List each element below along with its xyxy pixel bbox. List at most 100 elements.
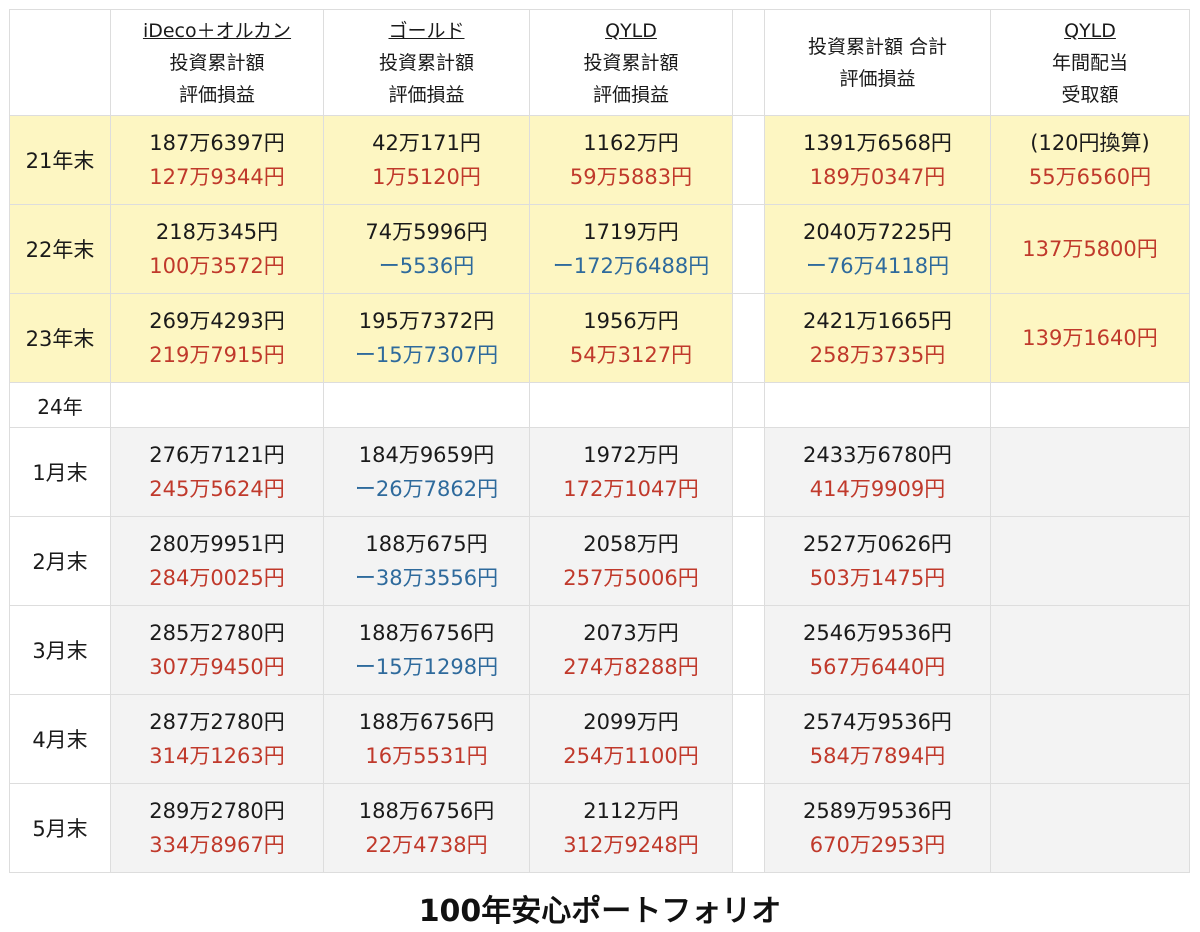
empty-cell <box>110 382 324 428</box>
total-cell: 2433万6780円 414万9909円 <box>764 427 991 517</box>
invested-value: 218万345円 <box>155 220 279 244</box>
total-cell: 2040万7225円 ー76万4118円 <box>764 204 991 294</box>
gold-cell: 188万6756円 22万4738円 <box>323 783 530 873</box>
total-cell: 1391万6568円 189万0347円 <box>764 115 991 205</box>
invested-value: 287万2780円 <box>149 710 285 734</box>
dividend-cell <box>990 605 1190 695</box>
invested-value: 2433万6780円 <box>803 443 952 467</box>
month-row-3: 3月末 285万2780円 307万9450円 188万6756円 ー15万1298… <box>9 605 1190 695</box>
pl-value: 312万9248円 <box>563 833 699 857</box>
header-qyld-sub2: 評価損益 <box>592 83 669 106</box>
invested-value: 188万6756円 <box>358 621 495 645</box>
invested-value: 2421万1665円 <box>803 309 952 333</box>
row-label: 4月末 <box>9 694 111 784</box>
invested-value: 74万5996円 <box>365 220 488 244</box>
pl-value: 503万1475円 <box>809 566 946 590</box>
gap-cell <box>732 783 765 873</box>
pl-value: 567万6440円 <box>809 655 946 679</box>
dividend-amount: 137万5800円 <box>1022 237 1158 261</box>
pl-value: 314万1263円 <box>149 744 285 768</box>
pl-value: 16万5531円 <box>365 744 488 768</box>
header-dividend-title[interactable]: QYLD <box>992 15 1189 47</box>
year-row-23: 23年末 269万4293円 219万7915円 195万7372円 ー15万730… <box>9 293 1190 383</box>
total-cell: 2421万1665円 258万3735円 <box>764 293 991 383</box>
dividend-cell <box>990 516 1190 606</box>
portfolio-table: iDeco＋オルカン 投資累計額 評価損益 ゴールド 投資累計額 評価損益 QY… <box>9 9 1190 873</box>
row-label: 23年末 <box>9 293 111 383</box>
header-gold-title[interactable]: ゴールド <box>325 15 529 47</box>
gap-cell <box>732 293 765 383</box>
header-qyld-sub1: 投資累計額 <box>583 51 679 74</box>
invested-value: 184万9659円 <box>358 443 495 467</box>
pl-value: 584万7894円 <box>809 744 946 768</box>
row-label: 1月末 <box>9 427 111 517</box>
header-total-sub1: 投資累計額 合計 <box>807 35 948 58</box>
ideco-cell: 287万2780円 314万1263円 <box>110 694 324 784</box>
empty-cell <box>529 382 733 428</box>
gap-cell <box>732 9 765 116</box>
total-cell: 2527万0626円 503万1475円 <box>764 516 991 606</box>
total-cell: 2546万9536円 567万6440円 <box>764 605 991 695</box>
gold-cell: 188万675円 ー38万3556円 <box>323 516 530 606</box>
total-cell: 2574万9536円 584万7894円 <box>764 694 991 784</box>
empty-cell <box>990 382 1190 428</box>
gap-cell <box>732 382 765 428</box>
dividend-amount: 139万1640円 <box>1022 326 1158 350</box>
header-qyld: QYLD 投資累計額 評価損益 <box>529 9 733 116</box>
total-cell: 2589万9536円 670万2953円 <box>764 783 991 873</box>
qyld-cell: 2112万円 312万9248円 <box>529 783 733 873</box>
invested-value: 187万6397円 <box>149 131 285 155</box>
header-ideco-title[interactable]: iDeco＋オルカン <box>112 15 323 47</box>
pl-value: ー26万7862円 <box>354 477 499 501</box>
gold-cell: 42万171円 1万5120円 <box>323 115 530 205</box>
invested-value: 280万9951円 <box>149 532 285 556</box>
pl-value: 219万7915円 <box>149 343 285 367</box>
month-row-1: 1月末 276万7121円 245万5624円 184万9659円 ー26万7862… <box>9 427 1190 517</box>
pl-value: 334万8967円 <box>149 833 285 857</box>
pl-value: ー15万7307円 <box>354 343 499 367</box>
invested-value: 1956万円 <box>583 309 679 333</box>
pl-value: 127万9344円 <box>149 165 285 189</box>
invested-value: 285万2780円 <box>149 621 285 645</box>
invested-value: 2112万円 <box>583 799 679 823</box>
row-label: 2月末 <box>9 516 111 606</box>
invested-value: 1162万円 <box>583 131 679 155</box>
invested-value: 2574万9536円 <box>803 710 952 734</box>
year-row-21: 21年末 187万6397円 127万9344円 42万171円 1万5120円 1… <box>9 115 1190 205</box>
invested-value: 1719万円 <box>583 220 679 244</box>
pl-value: 172万1047円 <box>563 477 699 501</box>
invested-value: 1391万6568円 <box>803 131 952 155</box>
year-row-22: 22年末 218万345円 100万3572円 74万5996円 ー5536円 17… <box>9 204 1190 294</box>
row-label: 3月末 <box>9 605 111 695</box>
pl-value: 307万9450円 <box>149 655 285 679</box>
gap-cell <box>732 605 765 695</box>
invested-value: 2546万9536円 <box>803 621 952 645</box>
dividend-cell: (120円換算) 55万6560円 <box>990 115 1190 205</box>
invested-value: 188万6756円 <box>358 799 495 823</box>
pl-value: ー76万4118円 <box>805 254 950 278</box>
dividend-note: (120円換算) <box>1030 131 1150 155</box>
qyld-cell: 2099万円 254万1100円 <box>529 694 733 784</box>
qyld-cell: 1719万円 ー172万6488円 <box>529 204 733 294</box>
pl-value: 258万3735円 <box>809 343 946 367</box>
ideco-cell: 285万2780円 307万9450円 <box>110 605 324 695</box>
qyld-cell: 1162万円 59万5883円 <box>529 115 733 205</box>
header-gold: ゴールド 投資累計額 評価損益 <box>323 9 530 116</box>
section-label: 24年 <box>9 382 111 428</box>
row-label: 5月末 <box>9 783 111 873</box>
pl-value: 284万0025円 <box>149 566 285 590</box>
dividend-cell <box>990 783 1190 873</box>
pl-value: 670万2953円 <box>809 833 946 857</box>
header-ideco-sub2: 評価損益 <box>178 83 255 106</box>
pl-value: ー15万1298円 <box>354 655 499 679</box>
pl-value: 414万9909円 <box>809 477 946 501</box>
dividend-cell <box>990 694 1190 784</box>
gap-cell <box>732 204 765 294</box>
gold-cell: 188万6756円 ー15万1298円 <box>323 605 530 695</box>
row-label: 22年末 <box>9 204 111 294</box>
pl-value: 274万8288円 <box>563 655 699 679</box>
invested-value: 2073万円 <box>583 621 679 645</box>
pl-value: 254万1100円 <box>563 744 699 768</box>
header-qyld-title[interactable]: QYLD <box>531 15 732 47</box>
invested-value: 2040万7225円 <box>803 220 952 244</box>
